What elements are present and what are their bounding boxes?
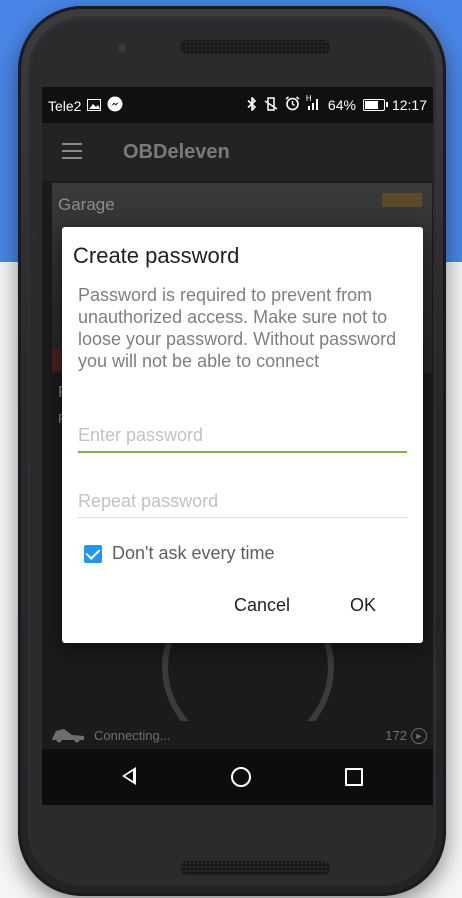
dialog-title: Create password: [73, 243, 240, 268]
dont-ask-label[interactable]: Don't ask every time: [112, 543, 275, 564]
hamburger-icon[interactable]: [62, 143, 82, 159]
ok-button[interactable]: OK: [350, 595, 376, 616]
alarm-icon: [285, 96, 300, 114]
bottom-speaker: [180, 861, 330, 875]
connection-bar: Connecting... 172 ►: [42, 721, 433, 749]
battery-percent: 64%: [327, 97, 356, 113]
car-icon: [52, 729, 84, 743]
garage-label: Garage: [58, 195, 115, 214]
clock: 12:17: [391, 97, 427, 113]
signal-icon: H: [306, 94, 321, 114]
dont-ask-checkbox-row[interactable]: Don't ask every time: [84, 543, 275, 564]
home-icon[interactable]: [231, 767, 251, 787]
top-speaker: [180, 40, 330, 54]
credits-icon: ►: [411, 728, 427, 744]
connection-status: Connecting...: [94, 728, 171, 743]
messenger-icon: [107, 96, 123, 115]
front-camera-icon: [118, 44, 126, 52]
app-title: OBDeleven: [123, 141, 230, 163]
nav-bar: [42, 749, 433, 805]
battery-icon: [362, 99, 388, 111]
recents-icon[interactable]: [345, 768, 363, 786]
signal-type-label: H: [305, 93, 312, 103]
carrier-label: Tele2: [48, 97, 82, 114]
dont-ask-checkbox[interactable]: [84, 544, 102, 563]
repeat-password-input[interactable]: [78, 485, 407, 518]
dialog-message: Password is required to prevent from una…: [78, 285, 397, 371]
create-password-dialog: Create password Password is required to …: [62, 227, 423, 643]
cancel-button[interactable]: Cancel: [234, 595, 290, 616]
credits-count: 172: [385, 728, 407, 743]
back-icon-cutout: [125, 771, 133, 781]
garage-light: [382, 193, 422, 207]
bluetooth-icon: [247, 95, 257, 114]
image-icon: [87, 98, 102, 114]
status-bar: Tele2 H 64% 12:17: [42, 87, 433, 123]
password-input[interactable]: [78, 419, 407, 453]
app-bar: OBDeleven: [42, 123, 433, 181]
vibrate-icon: [264, 96, 278, 114]
